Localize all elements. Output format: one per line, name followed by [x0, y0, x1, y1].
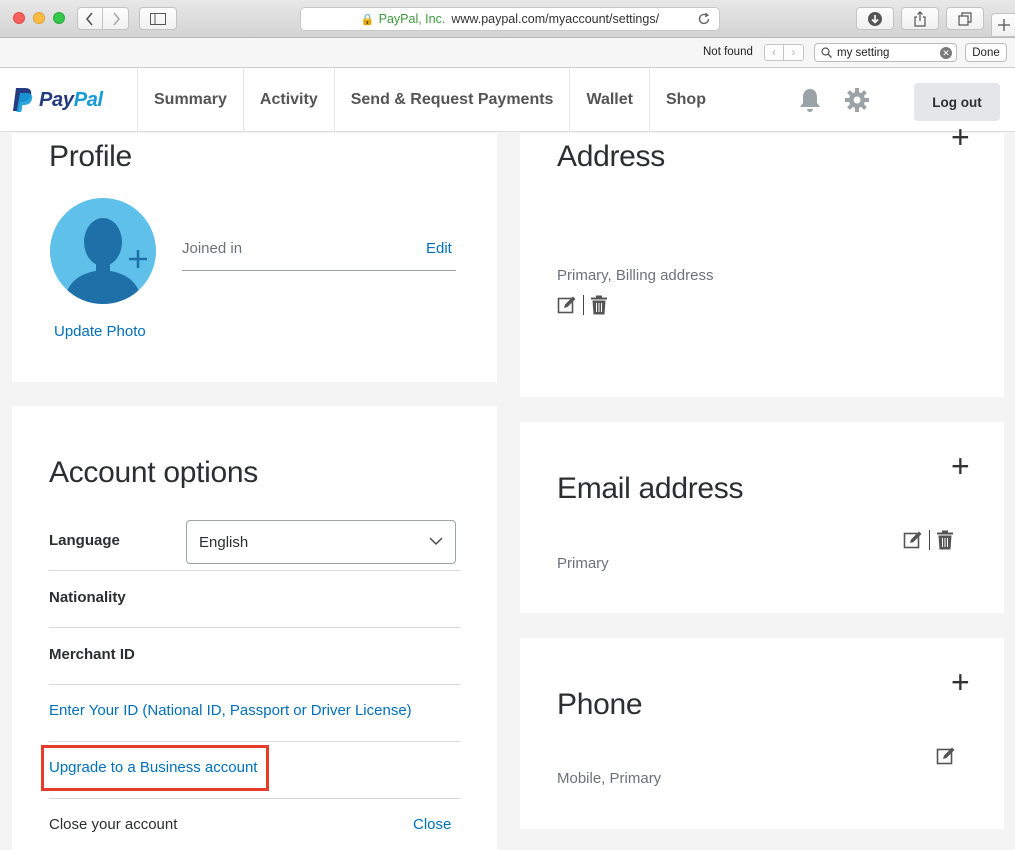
tabs-overview-button[interactable]	[946, 7, 984, 30]
lock-icon: 🔒	[360, 13, 375, 26]
phone-actions	[936, 746, 956, 766]
new-tab-button[interactable]	[991, 13, 1015, 37]
nav-shop[interactable]: Shop	[648, 68, 722, 132]
chevron-left-icon: ‹	[772, 46, 776, 59]
edit-icon[interactable]	[936, 746, 956, 766]
row-divider	[49, 627, 460, 628]
plus-icon	[997, 19, 1010, 31]
address-card: + Address Primary, Billing address	[520, 121, 1004, 397]
email-card: + Email address Primary	[520, 422, 1004, 613]
close-window-button[interactable]	[13, 12, 25, 24]
trash-icon[interactable]	[590, 295, 608, 315]
forward-button[interactable]	[103, 7, 129, 30]
nav-activity[interactable]: Activity	[242, 68, 334, 132]
url-text: www.paypal.com/myaccount/settings/	[451, 12, 660, 26]
chevron-left-icon	[85, 11, 93, 26]
chevron-down-icon	[429, 537, 443, 545]
downloads-button[interactable]	[856, 7, 894, 30]
edit-profile-link[interactable]: Edit	[426, 240, 452, 257]
edit-icon[interactable]	[903, 530, 923, 550]
address-value: Primary, Billing address	[557, 267, 714, 284]
site-header: Pay Pal Summary Activity Send & Request P…	[0, 68, 1015, 132]
phone-title: Phone	[557, 688, 643, 721]
row-divider	[49, 570, 460, 571]
profile-card: Profile Joined in Edit Update Photo	[12, 133, 497, 382]
zoom-window-button[interactable]	[53, 12, 65, 24]
paypal-mark-icon	[13, 88, 33, 112]
phone-card: + Phone Mobile, Primary	[520, 638, 1004, 829]
edit-icon[interactable]	[557, 295, 577, 315]
back-button[interactable]	[77, 7, 103, 30]
action-separator	[583, 295, 584, 315]
address-title: Address	[557, 140, 665, 173]
notifications-bell-icon[interactable]	[797, 87, 823, 118]
user-silhouette-icon	[64, 218, 147, 304]
language-value: English	[199, 533, 249, 551]
address-actions	[557, 295, 608, 315]
profile-title: Profile	[49, 140, 132, 173]
row-divider	[49, 741, 460, 742]
clear-search-icon[interactable]: ✕	[940, 47, 952, 59]
settings-gear-icon[interactable]	[844, 87, 870, 118]
nav-wallet[interactable]: Wallet	[569, 68, 649, 132]
account-options-title: Account options	[49, 456, 258, 489]
joined-label: Joined in	[182, 240, 243, 257]
search-icon	[821, 47, 832, 58]
tabs-icon	[958, 11, 972, 26]
find-next-button[interactable]: ›	[784, 44, 804, 61]
avatar[interactable]	[50, 198, 156, 304]
nationality-label: Nationality	[49, 589, 126, 606]
sidebar-icon	[150, 12, 166, 25]
find-bar: Not found ‹ › my setting ✕ Done	[0, 38, 1015, 68]
email-title: Email address	[557, 472, 744, 505]
row-divider	[49, 798, 460, 799]
add-email-plus-icon[interactable]: +	[951, 450, 970, 482]
minimize-window-button[interactable]	[33, 12, 45, 24]
email-value: Primary	[557, 555, 609, 572]
action-separator	[929, 530, 930, 550]
close-account-link[interactable]: Close	[413, 816, 451, 833]
nav-summary[interactable]: Summary	[137, 68, 243, 132]
chevron-right-icon: ›	[791, 46, 796, 59]
joined-divider	[182, 270, 456, 271]
email-actions	[903, 530, 954, 550]
logo-text-pal: Pal	[73, 88, 103, 111]
highlight-box	[41, 745, 269, 791]
row-divider	[49, 684, 460, 685]
close-account-label: Close your account	[49, 816, 178, 833]
add-phone-plus-icon[interactable]: +	[951, 666, 970, 698]
chevron-right-icon	[112, 11, 120, 26]
share-button[interactable]	[901, 7, 939, 30]
main-nav: Summary Activity Send & Request Payments…	[137, 68, 722, 132]
find-done-button[interactable]: Done	[965, 43, 1007, 62]
find-status: Not found	[703, 46, 753, 58]
find-input[interactable]: my setting ✕	[814, 43, 957, 62]
trash-icon[interactable]	[936, 530, 954, 550]
phone-value: Mobile, Primary	[557, 770, 662, 787]
find-query: my setting	[837, 46, 890, 59]
sidebar-toggle-button[interactable]	[139, 7, 177, 30]
logout-button[interactable]: Log out	[914, 83, 1000, 121]
logo-text-pay: Pay	[39, 88, 74, 111]
share-icon	[914, 10, 926, 27]
account-options-card: Account options Language English Nationa…	[12, 406, 497, 850]
merchant-id-label: Merchant ID	[49, 646, 135, 663]
update-photo-link[interactable]: Update Photo	[54, 323, 146, 340]
find-previous-button[interactable]: ‹	[764, 44, 784, 61]
add-address-plus-icon[interactable]: +	[951, 121, 970, 153]
nav-send-request-payments[interactable]: Send & Request Payments	[333, 68, 570, 132]
reload-icon[interactable]	[697, 12, 711, 29]
browser-toolbar: 🔒 PayPal, Inc. www.paypal.com/myaccount/…	[0, 0, 1015, 38]
paypal-logo[interactable]: Pay Pal	[12, 87, 103, 113]
download-icon	[868, 11, 882, 26]
enter-id-link[interactable]: Enter Your ID (National ID, Passport or …	[49, 702, 412, 719]
site-organization: PayPal, Inc.	[378, 12, 446, 26]
language-label: Language	[49, 532, 120, 549]
address-bar[interactable]: 🔒 PayPal, Inc. www.paypal.com/myaccount/…	[300, 7, 720, 31]
language-select[interactable]: English	[186, 520, 456, 564]
